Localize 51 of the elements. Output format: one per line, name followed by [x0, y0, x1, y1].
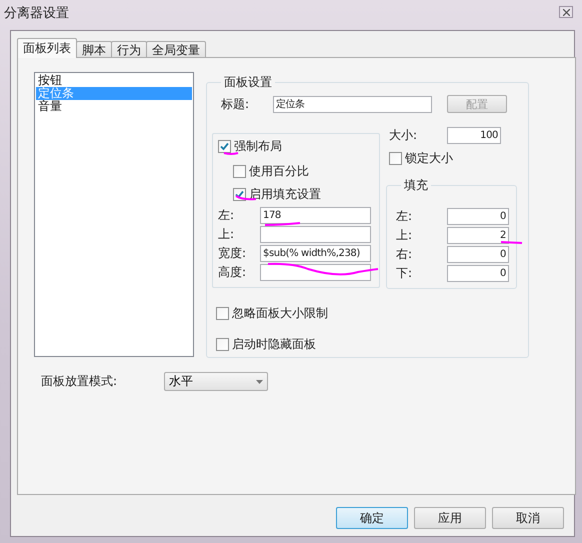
field-label: 宽度: — [218, 245, 248, 262]
close-icon — [562, 8, 570, 16]
tab[interactable]: 全局变量 — [146, 41, 206, 58]
dialog-button[interactable]: 应用 — [414, 507, 486, 529]
annotation-stroke — [500, 241, 522, 244]
field-label: 左: — [218, 207, 236, 224]
annotation-stroke — [224, 152, 238, 155]
field-label: 标题: — [220, 96, 250, 112]
checkbox[interactable] — [218, 140, 231, 153]
field-label: 面板放置模式: — [41, 373, 118, 390]
field-label: 高度: — [218, 264, 248, 281]
field-label: 大小: — [388, 127, 418, 144]
tab[interactable]: 面板列表 — [17, 38, 77, 58]
tab[interactable]: 行为 — [111, 41, 147, 58]
field-label: 下: — [396, 265, 414, 282]
field-label: 上: — [218, 226, 236, 243]
checkbox[interactable] — [216, 338, 229, 351]
caret-icon — [256, 380, 263, 384]
group-title: 面板设置 — [223, 74, 273, 91]
input-field[interactable] — [260, 226, 371, 243]
window-title: 分离器设置 — [4, 5, 69, 22]
input-field[interactable]: 2 — [447, 227, 509, 244]
input-field[interactable]: 0 — [447, 265, 509, 282]
input-field[interactable]: 0 — [447, 246, 509, 263]
input-field[interactable]: 178 — [260, 207, 371, 224]
input-field[interactable]: 定位条 — [273, 96, 432, 112]
field-label: 上: — [396, 227, 414, 244]
tab[interactable]: 脚本 — [76, 41, 112, 58]
group-title: 填充 — [403, 177, 429, 194]
checkbox-label: 启用填充设置 — [249, 186, 321, 203]
close-button[interactable] — [559, 6, 573, 18]
list-item[interactable]: 按钮 — [36, 74, 192, 87]
checkbox-label: 启动时隐藏面板 — [232, 336, 316, 353]
input-field[interactable]: 0 — [447, 208, 509, 225]
placement-dropdown[interactable]: 水平 — [164, 372, 268, 391]
checkbox[interactable] — [233, 165, 246, 178]
checkbox[interactable] — [389, 152, 402, 165]
checkbox-label: 使用百分比 — [249, 163, 309, 180]
dialog-button[interactable]: 确定 — [336, 507, 408, 529]
field-label: 左: — [396, 208, 414, 225]
input-field[interactable]: 100 — [447, 127, 501, 144]
field-label: 右: — [396, 246, 414, 263]
checkbox-label: 强制布局 — [234, 138, 282, 155]
dialog-button[interactable]: 取消 — [492, 507, 564, 529]
annotation-stroke — [265, 222, 300, 226]
input-field[interactable]: $sub(% width%,238) — [260, 245, 371, 262]
checkbox-label: 忽略面板大小限制 — [232, 305, 328, 322]
checkbox-label: 锁定大小 — [405, 150, 453, 167]
checkbox[interactable] — [216, 307, 229, 320]
list-item[interactable]: 音量 — [36, 100, 192, 113]
input-field[interactable] — [260, 264, 371, 281]
